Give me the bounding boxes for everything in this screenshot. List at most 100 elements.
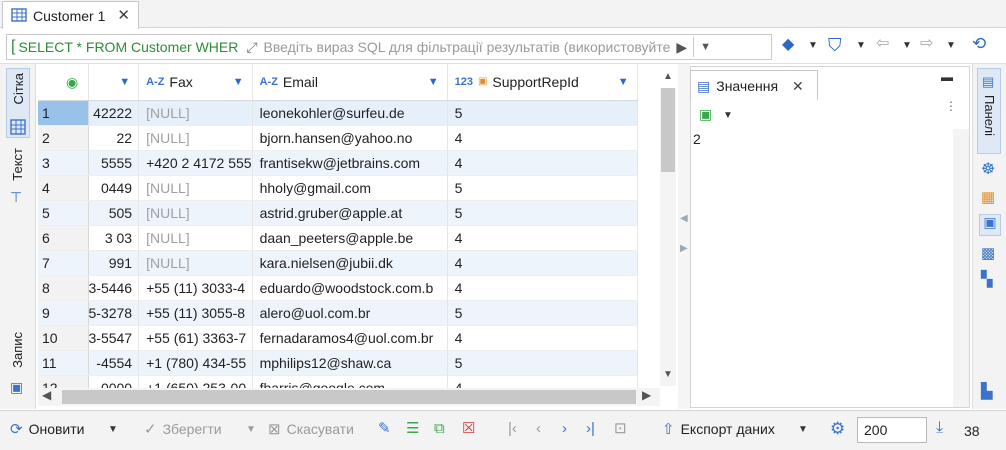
cell-email[interactable]: bjorn.hansen@yahoo.no <box>252 125 448 151</box>
scroll-right-icon[interactable]: ▶ <box>642 389 651 401</box>
eraser-dropdown-icon[interactable]: ▼ <box>808 41 818 51</box>
grid-view-button[interactable]: Сітка <box>6 68 30 138</box>
cell-fax[interactable]: [NULL] <box>138 100 253 126</box>
add-row-icon[interactable]: ☰ <box>406 421 419 436</box>
cell-phone[interactable]: 3-5446 <box>88 275 140 301</box>
table-row[interactable]: 3 5555 +420 2 4172 555 frantisekw@jetbrains… <box>38 150 638 176</box>
cell-supportrepid[interactable]: 4 <box>447 275 638 301</box>
cell-phone[interactable]: -4554 <box>88 350 140 376</box>
cell-phone[interactable]: 42222 <box>88 100 140 126</box>
sort-arrow-icon[interactable]: ▼ <box>119 76 130 88</box>
refresh-button[interactable]: ⟳ Оновити <box>10 421 84 437</box>
row-number[interactable]: 8 <box>38 275 89 301</box>
minimize-icon[interactable]: ▬ <box>941 71 953 83</box>
cell-supportrepid[interactable]: 4 <box>447 150 638 176</box>
cell-email[interactable]: astrid.gruber@apple.at <box>252 200 448 226</box>
sort-arrow-icon[interactable]: ▼ <box>618 76 629 88</box>
expand-icon[interactable]: ⤢ <box>238 40 257 54</box>
cell-fax[interactable]: +1 (780) 434-55 <box>138 350 253 376</box>
metadata-icon[interactable]: ▩ <box>981 246 995 261</box>
row-number[interactable]: 4 <box>38 175 89 201</box>
cell-fax[interactable]: [NULL] <box>138 250 253 276</box>
text-view-button[interactable]: Текст ⊤ <box>6 148 30 208</box>
save-value-icon[interactable]: ▣ <box>699 107 712 121</box>
refresh-dropdown-icon[interactable]: ▼ <box>108 425 118 435</box>
value-scrollbar[interactable] <box>953 129 969 407</box>
panels-toggle-button[interactable]: ▤ Панелі <box>977 68 1001 154</box>
cell-fax[interactable]: +55 (11) 3033-4 <box>138 275 253 301</box>
panel-splitter[interactable]: ◀ ▶ <box>678 64 690 409</box>
cell-email[interactable]: frantisekw@jetbrains.com <box>252 150 448 176</box>
cell-fax[interactable]: +420 2 4172 555 <box>138 150 253 176</box>
export-data-button[interactable]: ⇧ Експорт даних <box>662 421 775 437</box>
collapse-right-icon[interactable]: ▶ <box>680 244 688 254</box>
corner-header[interactable]: ◉ <box>38 64 89 101</box>
record-view-button[interactable]: Запис ▣ <box>6 332 30 402</box>
cell-supportrepid[interactable]: 5 <box>447 350 638 376</box>
back-dropdown-icon[interactable]: ▼ <box>902 41 912 51</box>
cell-supportrepid[interactable]: 4 <box>447 125 638 151</box>
value-editor[interactable]: 2 <box>691 129 953 407</box>
history-dropdown-icon[interactable]: ▼ <box>694 41 717 53</box>
sort-arrow-icon[interactable]: ▼ <box>428 76 439 88</box>
vertical-scroll-thumb[interactable] <box>661 88 675 172</box>
delete-row-icon[interactable]: ☒ <box>462 421 475 436</box>
cell-email[interactable]: mphilips12@shaw.ca <box>252 350 448 376</box>
cell-email[interactable]: hholy@gmail.com <box>252 175 448 201</box>
cell-phone[interactable]: 3 03 <box>88 225 140 251</box>
collapse-left-icon[interactable]: ◀ <box>680 214 688 224</box>
export-dropdown-icon[interactable]: ▼ <box>798 425 808 435</box>
fetch-all-icon[interactable]: ⊡ <box>614 421 627 436</box>
cell-email[interactable]: daan_peeters@apple.be <box>252 225 448 251</box>
cell-supportrepid[interactable]: 5 <box>447 200 638 226</box>
cell-phone[interactable]: 991 <box>88 250 140 276</box>
cell-fax[interactable]: [NULL] <box>138 225 253 251</box>
value-viewer-icon[interactable]: ▣ <box>979 214 1001 236</box>
column-header-fax[interactable]: A-Z Fax ▼ <box>138 64 253 101</box>
table-row[interactable]: 4 0449 [NULL] hholy@gmail.com 5 <box>38 175 638 201</box>
eraser-icon[interactable]: ◆ <box>782 37 794 53</box>
edit-cell-icon[interactable]: ✎ <box>378 421 391 436</box>
cell-phone[interactable]: 0449 <box>88 175 140 201</box>
cell-email[interactable]: alero@uol.com.br <box>252 300 448 326</box>
cell-supportrepid[interactable]: 4 <box>447 225 638 251</box>
results-grid[interactable]: ◉ ▼ A-Z Fax ▼ A-Z Email ▼ 123 ▣ SupportRepId ▼ … <box>38 64 678 408</box>
row-number[interactable]: 3 <box>38 150 89 176</box>
cell-supportrepid[interactable]: 5 <box>447 100 638 126</box>
cell-phone[interactable]: 505 <box>88 200 140 226</box>
cell-phone[interactable]: 5555 <box>88 150 140 176</box>
row-number[interactable]: 10 <box>38 325 89 351</box>
references-icon[interactable]: ▚ <box>981 272 993 287</box>
cell-email[interactable]: leonekohler@surfeu.de <box>252 100 448 126</box>
cell-email[interactable]: kara.nielsen@jubii.dk <box>252 250 448 276</box>
cell-email[interactable]: fernadaramos4@uol.com.br <box>252 325 448 351</box>
scroll-down-icon[interactable]: ▼ <box>663 370 673 380</box>
back-icon[interactable]: ⇦ <box>876 36 889 52</box>
save-dropdown-icon[interactable]: ▼ <box>246 425 256 435</box>
table-row[interactable]: 8 3-5446 +55 (11) 3033-4 eduardo@woodstock.… <box>38 275 638 301</box>
horizontal-scroll-thumb[interactable] <box>62 390 636 404</box>
row-number[interactable]: 1 <box>38 100 89 126</box>
save-button[interactable]: ✓ Зберегти <box>144 421 222 437</box>
sql-filter-field[interactable]: [ SELECT * FROM Customer WHER ⤢ Введіть … <box>6 34 772 60</box>
cell-phone[interactable]: 22 <box>88 125 140 151</box>
row-number[interactable]: 5 <box>38 200 89 226</box>
table-row[interactable]: 7 991 [NULL] kara.nielsen@jubii.dk 4 <box>38 250 638 276</box>
cell-supportrepid[interactable]: 5 <box>447 175 638 201</box>
row-number[interactable]: 2 <box>38 125 89 151</box>
close-icon[interactable]: ✕ <box>792 79 804 93</box>
copy-row-icon[interactable]: ⧉ <box>434 421 445 436</box>
row-number[interactable]: 6 <box>38 225 89 251</box>
cell-email[interactable]: eduardo@woodstock.com.b <box>252 275 448 301</box>
cell-supportrepid[interactable]: 4 <box>447 250 638 276</box>
forward-dropdown-icon[interactable]: ▼ <box>946 41 956 51</box>
cell-phone[interactable]: 5-3278 <box>88 300 140 326</box>
row-count-icon[interactable]: ⤓ <box>936 420 943 436</box>
cell-fax[interactable]: +55 (61) 3363-7 <box>138 325 253 351</box>
first-page-icon[interactable]: |‹ <box>508 421 517 436</box>
last-page-icon[interactable]: ›| <box>586 421 595 436</box>
previous-page-icon[interactable]: ‹ <box>536 421 541 436</box>
cancel-button[interactable]: ⊠ Скасувати <box>268 421 354 437</box>
table-row[interactable]: 2 22 [NULL] bjorn.hansen@yahoo.no 4 <box>38 125 638 151</box>
table-row[interactable]: 9 5-3278 +55 (11) 3055-8 alero@uol.com.br 5 <box>38 300 638 326</box>
